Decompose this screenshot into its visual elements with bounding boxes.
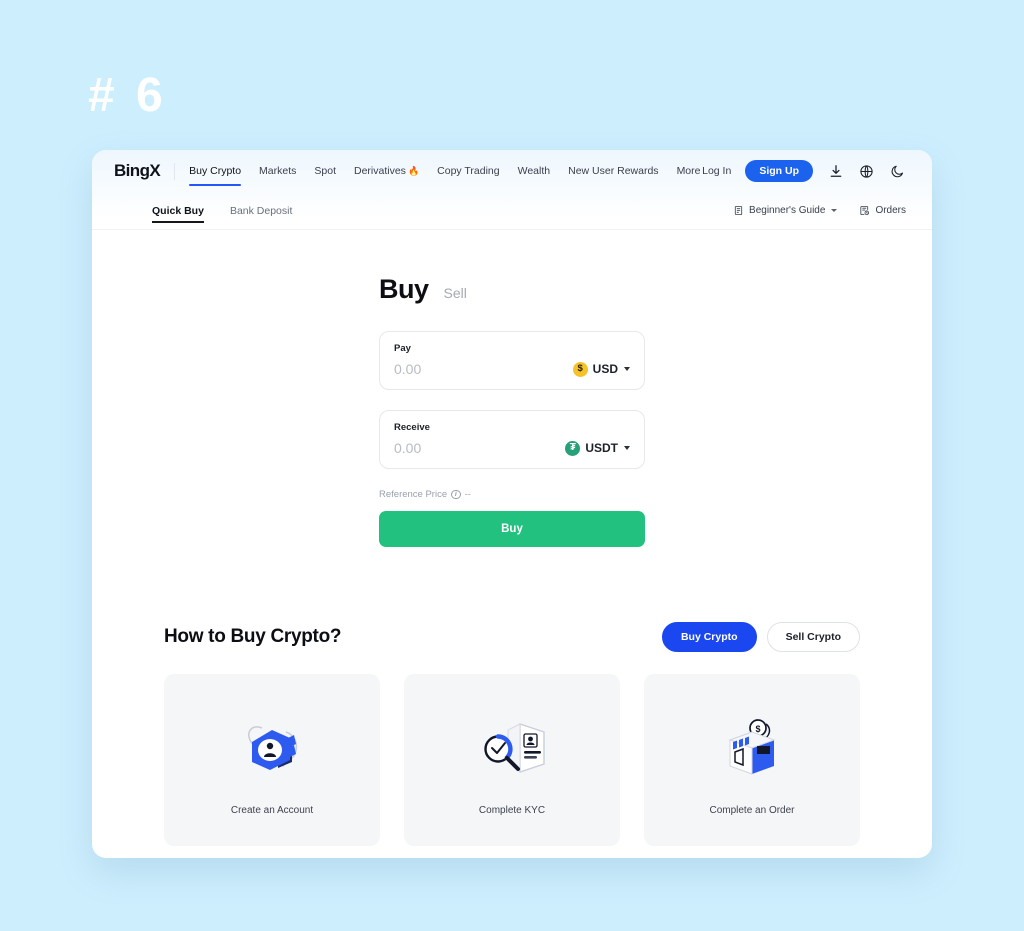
nav-label: New User Rewards (568, 165, 659, 177)
receive-amount-input[interactable] (394, 440, 524, 456)
browser-window: BingX Buy Crypto Markets Spot Derivative… (92, 150, 932, 858)
nav-item-spot[interactable]: Spot (314, 150, 336, 192)
moon-icon[interactable] (889, 163, 906, 180)
buy-sell-tabs: Buy Sell (379, 274, 645, 305)
nav-item-buy-crypto[interactable]: Buy Crypto (189, 150, 241, 192)
pay-field: Pay $ USD (379, 331, 645, 390)
nav-item-new-user-rewards[interactable]: New User Rewards (568, 150, 658, 192)
step-card-complete-kyc[interactable]: Complete KYC (404, 674, 620, 846)
pay-label: Pay (394, 343, 411, 354)
how-to-toggle-group: Buy Crypto Sell Crypto (661, 622, 860, 652)
kyc-magnifier-id-illustration (468, 705, 556, 791)
nav-item-derivatives[interactable]: Derivatives 🔥 (354, 150, 419, 192)
orders-link[interactable]: Orders (859, 205, 906, 216)
login-link[interactable]: Log In (702, 165, 731, 177)
nav-label: Copy Trading (437, 165, 500, 177)
top-navigation-bar: BingX Buy Crypto Markets Spot Derivative… (92, 150, 932, 192)
how-to-header: How to Buy Crypto? Buy Crypto Sell Crypt… (164, 622, 860, 652)
account-badge-illustration (228, 705, 316, 791)
buy-crypto-toggle[interactable]: Buy Crypto (661, 622, 757, 652)
poster-number: # 6 (88, 69, 167, 122)
chevron-down-icon (831, 209, 838, 212)
nav-item-more[interactable]: More (677, 150, 701, 192)
usdt-coin-icon: ₮ (565, 440, 581, 456)
info-icon[interactable]: i (451, 489, 461, 500)
fire-icon: 🔥 (407, 165, 420, 176)
chevron-down-icon (624, 446, 630, 450)
bingx-logo[interactable]: BingX (114, 161, 161, 181)
quick-buy-panel: Buy Sell Pay $ USD Receive (379, 274, 645, 547)
step-label: Complete an Order (709, 804, 795, 816)
beginners-guide-link[interactable]: Beginner's Guide (733, 205, 838, 216)
pay-currency-code: USD (592, 362, 618, 376)
receive-currency-code: USDT (585, 441, 618, 455)
reference-price: Reference Price i -- (379, 489, 645, 500)
orders-label: Orders (875, 205, 906, 216)
header-actions: Log In Sign Up (702, 160, 906, 182)
tab-quick-buy[interactable]: Quick Buy (152, 192, 204, 230)
order-shop-box-illustration: $ (708, 705, 796, 791)
step-label: Complete KYC (478, 804, 546, 816)
buy-submit-button[interactable]: Buy (379, 511, 645, 547)
chevron-down-icon (624, 367, 630, 371)
nav-label: Buy Crypto (189, 165, 242, 177)
tab-buy[interactable]: Buy (379, 274, 429, 305)
sub-navigation-bar: Quick Buy Bank Deposit Beginner's Guide (92, 192, 932, 230)
signup-button[interactable]: Sign Up (745, 160, 813, 182)
subnav-actions: Beginner's Guide Orders (733, 205, 906, 216)
usd-coin-icon: $ (572, 361, 588, 377)
pay-row: $ USD (394, 361, 630, 377)
reference-price-label: Reference Price (379, 489, 448, 500)
globe-icon[interactable] (858, 163, 875, 180)
tab-label: Quick Buy (152, 204, 204, 217)
how-to-section: How to Buy Crypto? Buy Crypto Sell Crypt… (92, 622, 932, 846)
nav-item-copy-trading[interactable]: Copy Trading (437, 150, 499, 192)
reference-price-value: -- (464, 489, 471, 500)
receive-label: Receive (394, 422, 430, 433)
download-icon[interactable] (827, 163, 844, 180)
trade-area: Buy Sell Pay $ USD Receive (92, 230, 932, 547)
receive-currency-select[interactable]: ₮ USDT (565, 440, 630, 456)
receive-row: ₮ USDT (394, 440, 630, 456)
orders-icon (859, 205, 870, 216)
main-nav-list: Buy Crypto Markets Spot Derivatives 🔥 Co… (189, 150, 701, 192)
nav-label: Derivatives (354, 165, 406, 177)
step-label: Create an Account (230, 804, 314, 816)
sell-crypto-toggle[interactable]: Sell Crypto (766, 622, 860, 652)
nav-item-markets[interactable]: Markets (259, 150, 296, 192)
tab-label: Bank Deposit (229, 204, 293, 217)
nav-label: More (676, 165, 701, 177)
nav-item-wealth[interactable]: Wealth (518, 150, 551, 192)
tab-bank-deposit[interactable]: Bank Deposit (230, 192, 292, 230)
nav-label: Wealth (517, 165, 551, 177)
nav-label: Spot (314, 165, 336, 177)
how-to-cards: Create an Account Complete KYC $ Complet… (164, 674, 860, 846)
svg-text:$: $ (755, 724, 760, 734)
quickbuy-tabs: Quick Buy Bank Deposit (152, 192, 292, 230)
pay-amount-input[interactable] (394, 361, 524, 377)
beginners-guide-label: Beginner's Guide (749, 205, 826, 216)
receive-field: Receive ₮ USDT (379, 410, 645, 469)
pay-currency-select[interactable]: $ USD (572, 361, 630, 377)
logo-divider (174, 162, 176, 180)
how-to-title: How to Buy Crypto? (164, 626, 342, 647)
step-card-create-account[interactable]: Create an Account (164, 674, 380, 846)
nav-label: Markets (259, 165, 297, 177)
tab-sell[interactable]: Sell (444, 285, 467, 301)
guide-book-icon (733, 205, 744, 216)
step-card-complete-order[interactable]: $ Complete an Order (644, 674, 860, 846)
